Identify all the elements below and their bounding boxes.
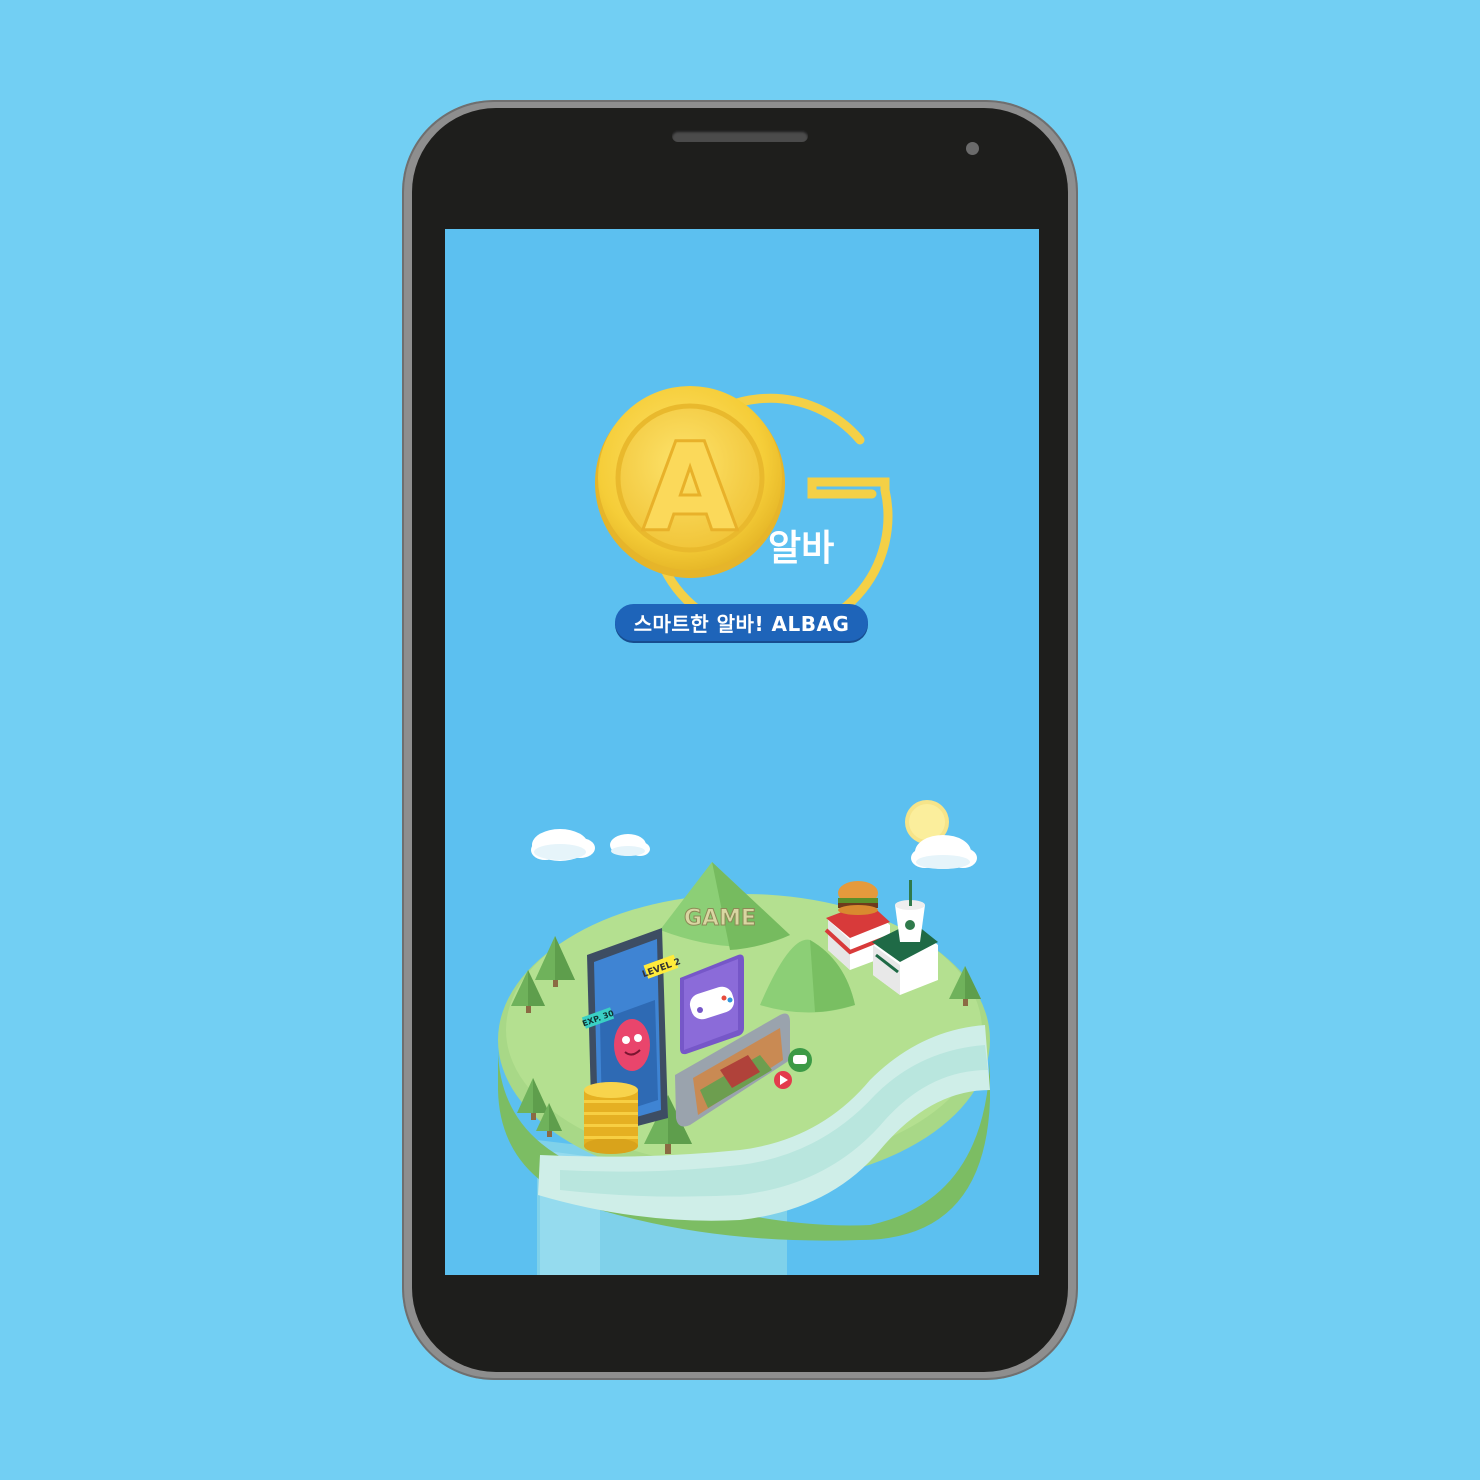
stage: A A 알바 스마트한 알바! ALBAG GAME LEVEL 2 EXP. … [0,0,1480,1480]
chat-bubble-icon [788,1048,812,1072]
game-label: GAME [684,906,756,931]
coin-stack-icon [584,1082,638,1154]
play-icon [774,1071,792,1089]
cloud-icon [610,834,650,856]
island-illustration: GAME LEVEL 2 EXP. 30 [498,800,990,1275]
burger-icon [838,881,878,915]
drink-cup-icon [895,880,925,942]
cloud-icon [531,829,595,861]
